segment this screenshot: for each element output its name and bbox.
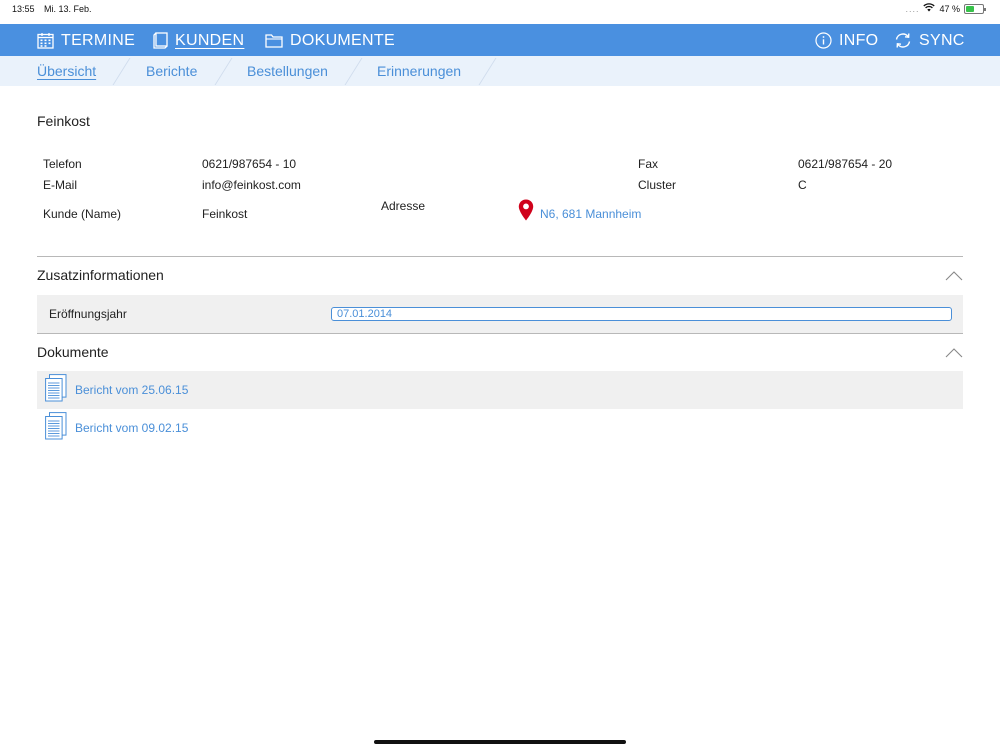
battery-icon: [964, 3, 986, 14]
home-indicator[interactable]: [374, 740, 626, 744]
cluster-label: Cluster: [638, 178, 677, 192]
tab-separator: [344, 58, 363, 85]
document-item-label: Bericht vom 25.06.15: [75, 383, 189, 397]
document-icon: [45, 411, 67, 445]
section-divider: [37, 333, 963, 334]
zusatz-section-title: Zusatzinformationen: [37, 267, 164, 283]
map-pin-icon[interactable]: [518, 199, 534, 226]
eroeffnungsjahr-field[interactable]: 07.01.2014: [331, 307, 952, 321]
tab-uebersicht[interactable]: Übersicht: [37, 56, 96, 86]
email-label: E-Mail: [43, 178, 78, 192]
fax-value: 0621/987654 - 20: [798, 157, 893, 171]
page-title: Feinkost: [37, 113, 90, 129]
nav-sync-label: SYNC: [919, 31, 965, 49]
address-link[interactable]: N6, 681 Mannheim: [540, 207, 641, 221]
tab-separator: [478, 58, 497, 85]
status-time: 13:55: [12, 4, 35, 14]
nav-info[interactable]: INFO: [815, 24, 878, 56]
tab-erinnerungen[interactable]: Erinnerungen: [377, 56, 461, 86]
chevron-up-icon[interactable]: [945, 268, 963, 286]
document-icon: [45, 373, 67, 407]
nav-sync[interactable]: SYNC: [894, 24, 965, 56]
section-divider: [37, 256, 963, 257]
kunde-label: Kunde (Name): [43, 207, 122, 221]
cluster-value: C: [798, 178, 807, 192]
dokumente-section-title: Dokumente: [37, 344, 109, 360]
nav-kunden[interactable]: KUNDEN: [153, 24, 244, 56]
tab-separator: [112, 58, 131, 85]
nav-dokumente-label: DOKUMENTE: [290, 31, 395, 49]
document-item[interactable]: Bericht vom 09.02.15: [37, 409, 963, 447]
telefon-label: Telefon: [43, 157, 82, 171]
sub-navigation: Übersicht Berichte Bestellungen Erinneru…: [0, 56, 1000, 86]
sync-icon: [894, 32, 912, 49]
eroeffnungsjahr-label: Eröffnungsjahr: [49, 307, 127, 321]
tab-bestellungen[interactable]: Bestellungen: [247, 56, 328, 86]
email-value: info@feinkost.com: [202, 178, 301, 192]
top-navigation: TERMINE KUNDEN DOKUMENTE INFO SYNC: [0, 24, 1000, 56]
kunde-value: Feinkost: [202, 207, 248, 221]
info-icon: [815, 31, 832, 49]
document-item-label: Bericht vom 09.02.15: [75, 421, 189, 435]
tab-separator: [214, 58, 233, 85]
fax-label: Fax: [638, 157, 659, 171]
status-bar: 13:55 Mi. 13. Feb. .... 47 %: [0, 0, 1000, 24]
status-right: .... 47 %: [905, 3, 986, 14]
nav-termine[interactable]: TERMINE: [37, 24, 135, 56]
nav-kunden-label: KUNDEN: [175, 31, 245, 49]
book-icon: [153, 31, 168, 49]
chevron-up-icon[interactable]: [945, 345, 963, 363]
calendar-icon: [37, 32, 54, 49]
wifi-icon: [923, 3, 936, 14]
signal-dots: ....: [905, 3, 920, 14]
document-item[interactable]: Bericht vom 25.06.15: [37, 371, 963, 409]
nav-termine-label: TERMINE: [61, 31, 136, 49]
folder-icon: [265, 33, 283, 48]
nav-dokumente[interactable]: DOKUMENTE: [265, 24, 395, 56]
battery-percent: 47 %: [939, 3, 960, 14]
status-date: Mi. 13. Feb.: [44, 4, 92, 14]
tab-berichte[interactable]: Berichte: [146, 56, 197, 86]
adresse-label: Adresse: [381, 199, 426, 213]
nav-info-label: INFO: [839, 31, 879, 49]
telefon-value: 0621/987654 - 10: [202, 157, 297, 171]
